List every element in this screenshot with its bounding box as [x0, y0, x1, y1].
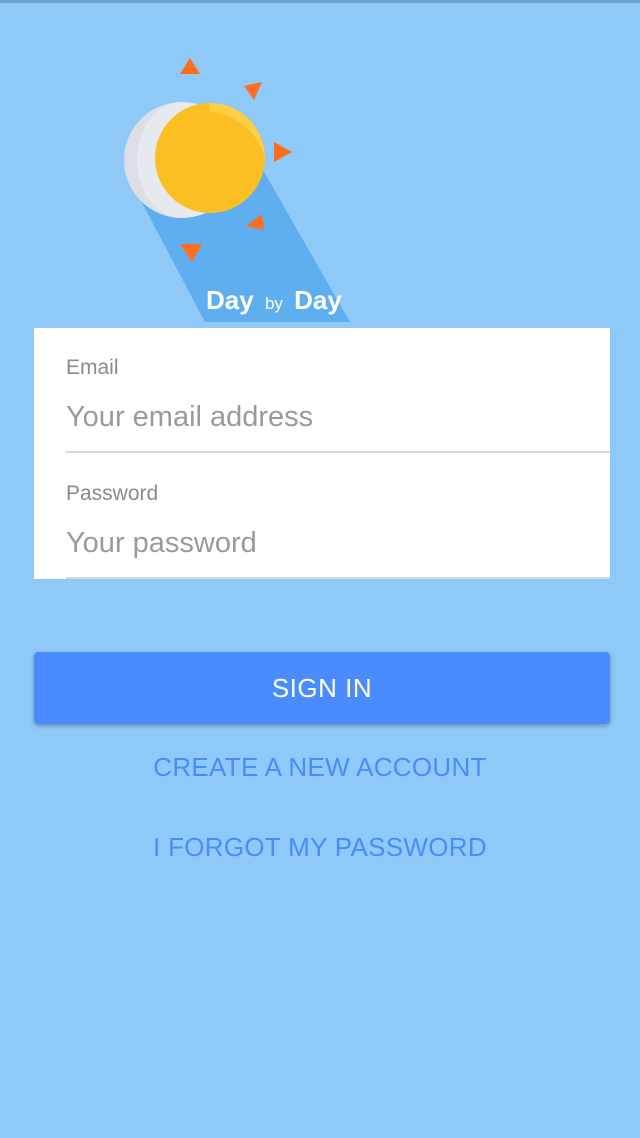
email-underline [66, 451, 610, 453]
sun-ray-icon [244, 82, 262, 100]
password-field[interactable] [66, 516, 606, 570]
email-field[interactable] [66, 390, 606, 444]
status-bar-edge [0, 0, 640, 3]
sign-in-button[interactable]: SIGN IN [34, 652, 610, 724]
password-underline [66, 577, 610, 579]
logo-word-day: Day [206, 285, 254, 315]
password-field-group: Password [66, 454, 610, 579]
email-label: Email [66, 356, 119, 379]
day-by-day-logo: Day by Day [110, 50, 360, 325]
create-account-link[interactable]: CREATE A NEW ACCOUNT [0, 752, 640, 783]
sun-ray-icon [180, 58, 200, 74]
sun-ray-icon [274, 142, 292, 162]
email-field-group: Email [66, 328, 610, 453]
login-form: Email Password [34, 328, 610, 579]
forgot-password-link[interactable]: I FORGOT MY PASSWORD [0, 832, 640, 863]
logo-word-by: by [265, 294, 283, 313]
password-label: Password [66, 482, 159, 505]
logo-word-day-2: Day [294, 285, 342, 315]
